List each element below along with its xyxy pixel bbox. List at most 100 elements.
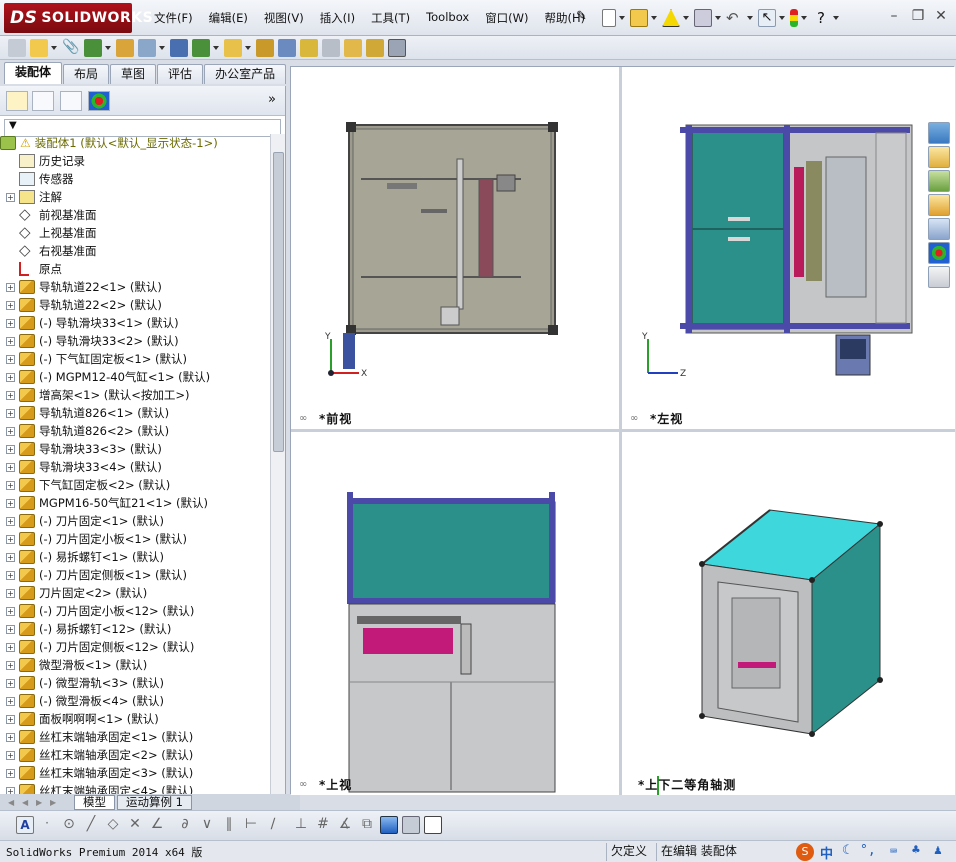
graphics-area[interactable]: 🔍 🔎 ∞ ▯▯ ▭ – ❐ ✕	[290, 66, 955, 795]
expand-icon[interactable]: +	[6, 786, 15, 794]
motion-study-tab[interactable]: 运动算例 1	[117, 794, 192, 810]
ime-user-icon[interactable]: ♣	[912, 843, 920, 858]
open-folder-icon[interactable]	[630, 9, 648, 27]
tree-item[interactable]: 右视基准面	[0, 241, 270, 260]
expand-icon[interactable]: +	[6, 336, 15, 346]
point-icon[interactable]: ·	[38, 816, 56, 834]
assembly-icon[interactable]	[8, 38, 26, 57]
solidworks-resources-icon[interactable]	[928, 122, 950, 144]
expand-icon[interactable]: +	[6, 318, 15, 328]
expand-panel-icon[interactable]: »	[268, 92, 276, 107]
expand-icon[interactable]: +	[6, 462, 15, 472]
expand-icon[interactable]: +	[6, 552, 15, 562]
menu-item[interactable]: 窗口(W)	[477, 10, 536, 26]
home-icon[interactable]	[928, 146, 950, 168]
expand-icon[interactable]: +	[6, 768, 15, 778]
appearances-icon[interactable]	[928, 242, 950, 264]
expand-icon[interactable]: +	[6, 498, 15, 508]
close-icon[interactable]: ✕	[933, 8, 949, 24]
command-tab[interactable]: 装配体	[4, 62, 63, 84]
menu-item[interactable]: 视图(V)	[256, 10, 312, 26]
expand-icon[interactable]: +	[6, 426, 15, 436]
tree-scrollbar-thumb[interactable]	[273, 152, 284, 452]
mate-icon[interactable]: 📎	[62, 39, 80, 57]
tree-item[interactable]: + (-) 刀片固定侧板<12> (默认)	[0, 638, 270, 656]
ime-shirt-icon[interactable]: ♟	[934, 843, 942, 858]
expand-icon[interactable]: +	[6, 354, 15, 364]
bill-of-materials-icon[interactable]	[278, 38, 296, 57]
tree-scrollbar[interactable]	[270, 134, 285, 794]
viewport-splitter-horizontal[interactable]	[291, 429, 955, 432]
expand-icon[interactable]: +	[6, 570, 15, 580]
expand-icon[interactable]: +	[6, 678, 15, 688]
horizontal-dimension-icon[interactable]: ⊥	[292, 816, 310, 834]
expand-icon[interactable]: +	[6, 408, 15, 418]
ime-moon-icon[interactable]: ☾	[842, 843, 850, 858]
tree-item[interactable]: + 增高架<1> (默认<按加工>)	[0, 386, 270, 404]
tree-item[interactable]: + (-) 导轨滑块33<2> (默认)	[0, 332, 270, 350]
minimize-icon[interactable]: –	[886, 8, 902, 24]
restore-icon[interactable]: ❐	[910, 8, 926, 24]
command-tab[interactable]: 评估	[157, 64, 204, 84]
expand-icon[interactable]: +	[6, 516, 15, 526]
ime-logo-icon[interactable]: S	[796, 843, 814, 861]
help-icon[interactable]: ?	[812, 9, 830, 27]
tree-item[interactable]: + 导轨轨道22<2> (默认)	[0, 296, 270, 314]
smart-fastener-icon[interactable]	[116, 38, 134, 57]
expand-icon[interactable]: +	[6, 750, 15, 760]
expand-icon[interactable]: +	[6, 696, 15, 706]
tree-item[interactable]: + 导轨滑块33<4> (默认)	[0, 458, 270, 476]
camera-icon[interactable]	[402, 815, 420, 834]
tree-item[interactable]: + (-) MGPM12-40气缸<1> (默认)	[0, 368, 270, 386]
tree-item[interactable]: + 刀片固定<2> (默认)	[0, 584, 270, 602]
tree-item[interactable]: + 丝杠末端轴承固定<4> (默认)	[0, 782, 270, 794]
copy-icon[interactable]: ⧉	[358, 816, 376, 834]
viewport-left[interactable]: Y Z ∞ *左视	[622, 67, 955, 429]
angular-icon[interactable]: ∡	[336, 816, 354, 834]
tree-item[interactable]: + (-) 易拆螺钉<12> (默认)	[0, 620, 270, 638]
menu-item[interactable]: 编辑(E)	[201, 10, 256, 26]
hide-show-icon[interactable]: ∞	[299, 413, 307, 424]
tree-item[interactable]: + 导轨滑块33<3> (默认)	[0, 440, 270, 458]
tree-item[interactable]: + 丝杠末端轴承固定<3> (默认)	[0, 764, 270, 782]
hide-show-icon[interactable]: ∞	[299, 779, 307, 790]
tree-item[interactable]: 上视基准面	[0, 223, 270, 242]
expand-icon[interactable]: +	[6, 624, 15, 634]
expand-icon[interactable]: +	[6, 444, 15, 454]
custom-properties-icon[interactable]	[928, 266, 950, 288]
model-tab[interactable]: 模型	[74, 794, 115, 810]
expand-icon[interactable]: +	[6, 588, 15, 598]
assembly-features-icon[interactable]	[192, 38, 210, 57]
offset-icon[interactable]: ∨	[198, 816, 216, 834]
design-library-icon[interactable]	[928, 170, 950, 192]
tab-scroll-icon[interactable]: ▶	[36, 798, 42, 807]
tree-item[interactable]: 传感器	[0, 170, 270, 188]
command-tab[interactable]: 布局	[63, 64, 110, 84]
move-component-icon[interactable]	[138, 38, 156, 57]
angle-icon[interactable]: ∠	[148, 816, 166, 834]
take-snapshot-icon[interactable]	[388, 38, 406, 57]
dimension-tag-icon[interactable]: A	[16, 815, 34, 834]
expand-icon[interactable]: +	[6, 714, 15, 724]
tree-item[interactable]: 历史记录	[0, 152, 270, 170]
tree-item[interactable]: + 导轨轨道826<2> (默认)	[0, 422, 270, 440]
table-icon[interactable]	[424, 815, 442, 834]
expand-icon[interactable]: +	[6, 480, 15, 490]
tree-item[interactable]: + (-) 微型滑板<4> (默认)	[0, 692, 270, 710]
tree-item[interactable]: + 丝杠末端轴承固定<1> (默认)	[0, 728, 270, 746]
traffic-light-icon[interactable]	[790, 9, 798, 27]
menu-item[interactable]: 插入(I)	[312, 10, 363, 26]
print-icon[interactable]	[694, 9, 712, 27]
tree-item[interactable]: + 注解	[0, 188, 270, 206]
viewport-iso[interactable]: *上下二等角轴测	[622, 432, 955, 795]
tree-item[interactable]: + 下气缸固定板<2> (默认)	[0, 476, 270, 494]
file-explorer-icon[interactable]	[928, 194, 950, 216]
tree-item[interactable]: + 丝杠末端轴承固定<2> (默认)	[0, 746, 270, 764]
tree-item[interactable]: + (-) 刀片固定小板<12> (默认)	[0, 602, 270, 620]
perpendicular-icon[interactable]: ⊢	[242, 816, 260, 834]
tab-scroll-icon[interactable]: ▶	[50, 798, 56, 807]
ime-language[interactable]: 中	[820, 843, 833, 862]
tree-item[interactable]: + (-) 微型滑轨<3> (默认)	[0, 674, 270, 692]
command-tab[interactable]: 办公室产品	[204, 64, 287, 84]
expand-icon[interactable]: +	[6, 534, 15, 544]
